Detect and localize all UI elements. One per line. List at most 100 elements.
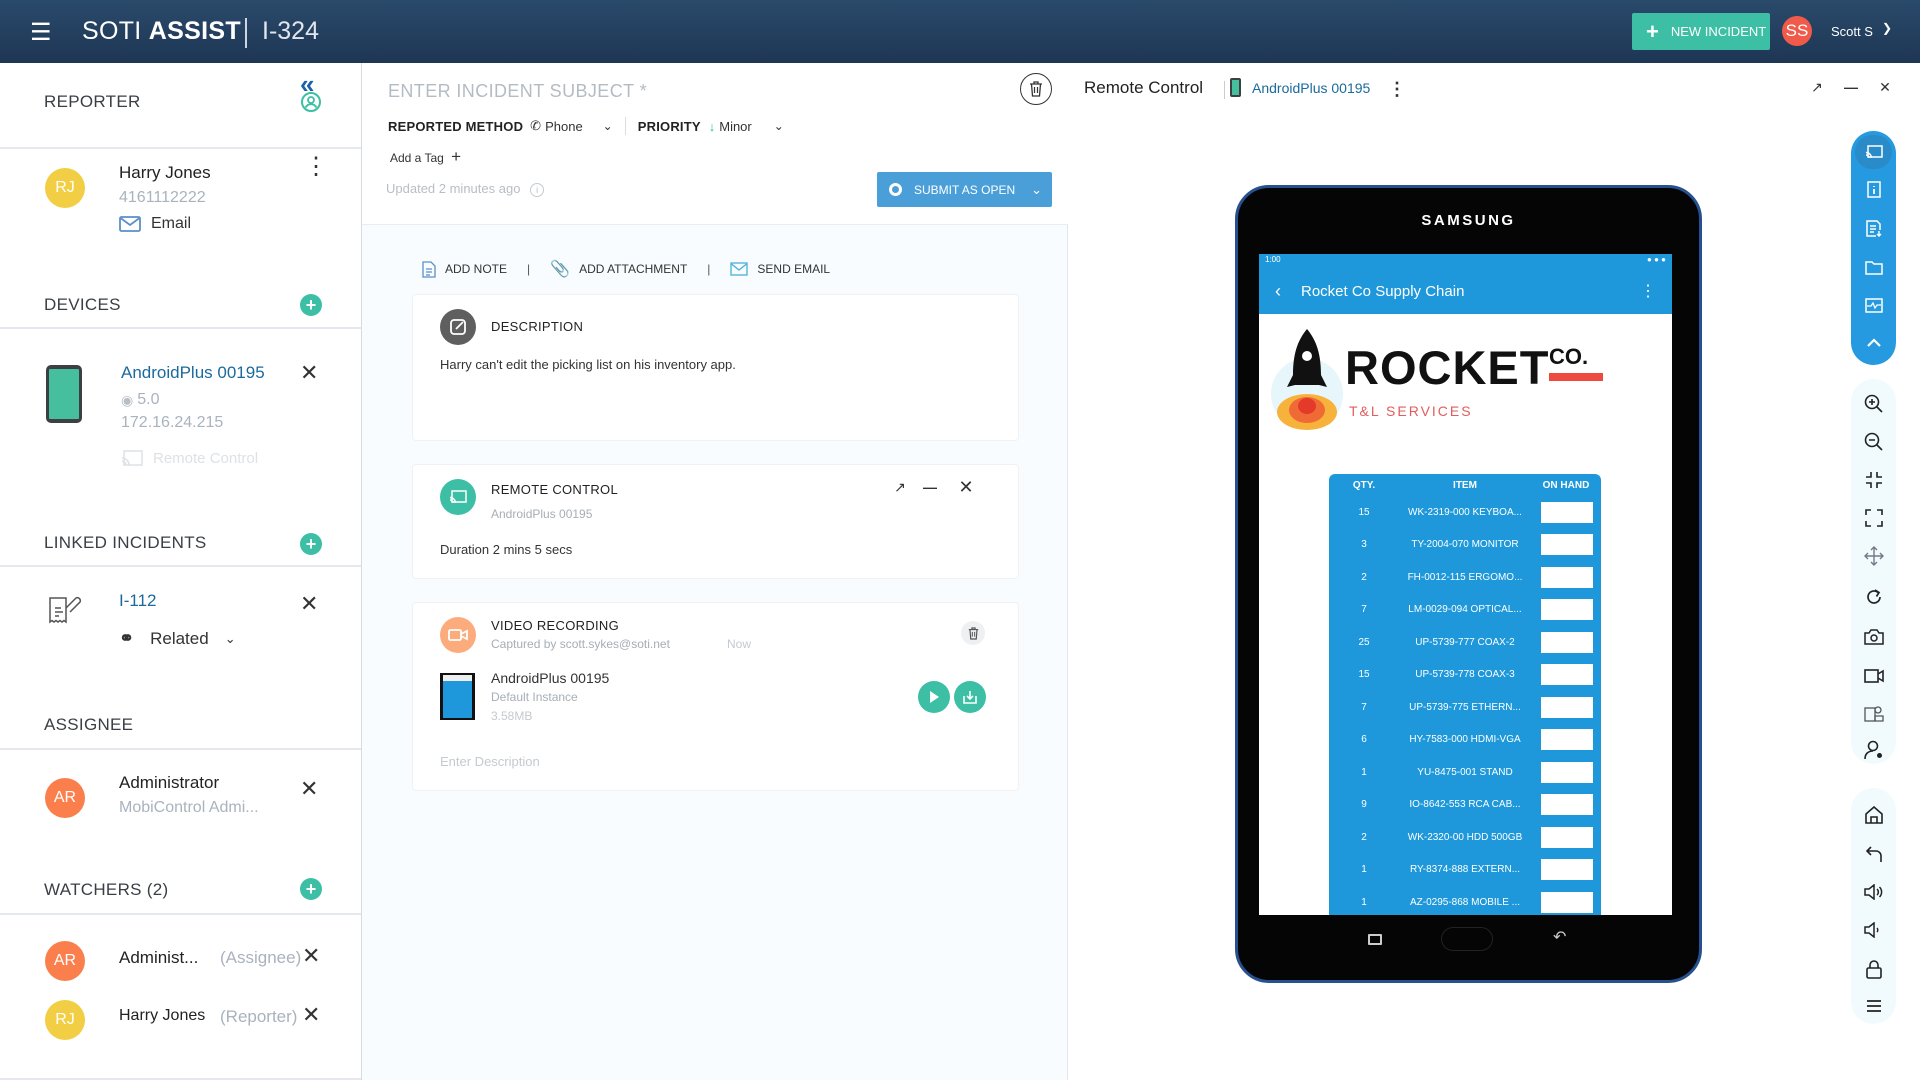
change-reporter-icon[interactable]	[300, 91, 322, 118]
divider	[0, 147, 361, 149]
on-hand-input[interactable]	[1541, 696, 1593, 718]
remote-cast-icon[interactable]	[1855, 135, 1892, 169]
back-icon[interactable]	[1851, 839, 1896, 869]
screenshot-camera-icon[interactable]	[1851, 622, 1896, 652]
rotate-icon[interactable]	[1851, 582, 1896, 612]
zoom-out-icon[interactable]	[1851, 427, 1896, 457]
on-hand-input[interactable]	[1541, 534, 1593, 556]
row-qty: 6	[1361, 734, 1367, 746]
on-hand-input[interactable]	[1541, 664, 1593, 686]
add-linked-incident-button[interactable]: +	[300, 533, 322, 555]
device-name-link[interactable]: AndroidPlus 00195	[121, 363, 265, 383]
monitor-activity-icon[interactable]	[1851, 290, 1896, 320]
device-more-icon[interactable]: ⋮	[1386, 78, 1408, 100]
popout-icon[interactable]: ↗	[1806, 76, 1828, 98]
overflow-menu-icon[interactable]: ⋮	[1640, 281, 1656, 301]
recording-instance: Default Instance	[491, 690, 578, 704]
relation-dropdown[interactable]: ⚭ Related ⌄	[119, 628, 236, 649]
on-hand-input[interactable]	[1541, 631, 1593, 653]
file-download-icon[interactable]	[1851, 214, 1896, 244]
menu-icon[interactable]	[1851, 991, 1896, 1021]
close-icon[interactable]: ✕	[1874, 76, 1896, 98]
fit-screen-icon[interactable]	[1851, 465, 1896, 495]
add-tag-button[interactable]: Add a Tag +	[390, 147, 461, 167]
incident-subject-input[interactable]: ENTER INCIDENT SUBJECT *	[388, 81, 647, 102]
on-hand-input[interactable]	[1541, 826, 1593, 848]
zoom-in-icon[interactable]	[1851, 389, 1896, 419]
new-incident-button[interactable]: + NEW INCIDENT	[1632, 13, 1770, 50]
remote-control-link[interactable]: Remote Control	[121, 449, 258, 467]
lock-icon[interactable]	[1851, 954, 1896, 984]
chevron-up-icon[interactable]	[1851, 327, 1896, 357]
plus-icon: +	[1646, 18, 1659, 44]
priority-dropdown[interactable]: ↓ Minor ⌄	[709, 119, 784, 134]
home-button[interactable]	[1441, 927, 1493, 951]
popout-icon[interactable]: ↗	[889, 476, 911, 498]
back-icon[interactable]: ↶	[1553, 927, 1566, 947]
on-hand-input[interactable]	[1541, 761, 1593, 783]
assignee-avatar: AR	[45, 778, 85, 818]
user-menu[interactable]: Scott S	[1831, 24, 1873, 39]
device-info-icon[interactable]	[1851, 175, 1896, 205]
reported-method-dropdown[interactable]: ✆ Phone ⌄	[530, 118, 613, 134]
remote-device-name[interactable]: AndroidPlus 00195	[1252, 80, 1370, 96]
email-icon	[730, 262, 749, 276]
priority-label: PRIORITY	[637, 118, 701, 134]
remove-linked-incident-icon[interactable]: ✕	[300, 591, 318, 617]
submit-options-chevron-icon[interactable]: ⌄	[1031, 182, 1042, 198]
delete-recording-button[interactable]	[961, 621, 985, 645]
play-recording-button[interactable]	[918, 681, 950, 713]
volume-up-icon[interactable]	[1851, 877, 1896, 907]
cast-icon	[121, 450, 143, 466]
back-arrow-icon[interactable]: ‹	[1275, 281, 1281, 302]
move-icon[interactable]	[1851, 541, 1896, 571]
on-hand-input[interactable]	[1541, 729, 1593, 751]
description-text[interactable]: Harry can't edit the picking list on his…	[440, 357, 736, 372]
devices-title: DEVICES	[44, 295, 121, 314]
remove-watcher-icon[interactable]: ✕	[302, 1002, 320, 1028]
minimize-icon[interactable]: —	[1840, 76, 1862, 98]
volume-down-icon[interactable]	[1851, 915, 1896, 945]
recent-apps-icon[interactable]	[1368, 934, 1382, 945]
info-icon[interactable]: i	[530, 183, 545, 197]
home-icon[interactable]	[1851, 800, 1896, 830]
annotate-icon[interactable]	[1851, 699, 1896, 729]
delete-incident-button[interactable]	[1020, 73, 1052, 105]
remove-assignee-icon[interactable]: ✕	[300, 776, 318, 802]
folder-icon[interactable]	[1851, 252, 1896, 282]
user-settings-icon[interactable]	[1851, 735, 1896, 765]
add-attachment-button[interactable]: 📎 ADD ATTACHMENT	[550, 259, 687, 279]
device-screen-frame: SAMSUNG 1:00 ● ● ● ‹ Rocket Co Supply Ch…	[1235, 185, 1702, 983]
add-watcher-button[interactable]: +	[300, 878, 322, 900]
send-email-button[interactable]: SEND EMAIL	[730, 262, 830, 276]
minimize-icon[interactable]: —	[919, 476, 941, 498]
on-hand-input[interactable]	[1541, 794, 1593, 816]
on-hand-input[interactable]	[1541, 566, 1593, 588]
user-avatar[interactable]: SS	[1782, 16, 1812, 46]
tablet-brand: SAMSUNG	[1421, 212, 1516, 229]
reporter-email-link[interactable]: Email	[119, 215, 191, 233]
linked-incident-link[interactable]: I-112	[119, 591, 157, 611]
divider	[245, 18, 247, 48]
recording-description-input[interactable]: Enter Description	[440, 754, 540, 769]
video-record-icon[interactable]	[1851, 661, 1896, 691]
reporter-more-icon[interactable]: ⋮	[304, 155, 328, 179]
on-hand-input[interactable]	[1541, 859, 1593, 881]
chevron-down-icon[interactable]: ❯	[1882, 21, 1892, 35]
submit-as-open-button[interactable]: SUBMIT AS OPEN ⌄	[877, 172, 1052, 207]
remove-device-icon[interactable]: ✕	[300, 360, 318, 386]
add-note-button[interactable]: ADD NOTE	[422, 260, 507, 278]
remove-watcher-icon[interactable]: ✕	[302, 943, 320, 969]
inventory-row: 15 WK-2319-000 KEYBOA...	[1329, 496, 1601, 529]
add-device-button[interactable]: +	[300, 294, 322, 316]
reporter-avatar: RJ	[45, 168, 85, 208]
app-title: Rocket Co Supply Chain	[1301, 282, 1465, 300]
device-screen[interactable]: 1:00 ● ● ● ‹ Rocket Co Supply Chain ⋮ RO…	[1259, 254, 1672, 915]
recording-thumbnail[interactable]	[440, 673, 475, 720]
close-icon[interactable]: ✕	[955, 476, 977, 498]
download-recording-button[interactable]	[954, 681, 986, 713]
on-hand-input[interactable]	[1541, 599, 1593, 621]
on-hand-input[interactable]	[1541, 501, 1593, 523]
hamburger-menu-icon[interactable]: ☰	[30, 18, 52, 47]
fullscreen-icon[interactable]	[1851, 503, 1896, 533]
